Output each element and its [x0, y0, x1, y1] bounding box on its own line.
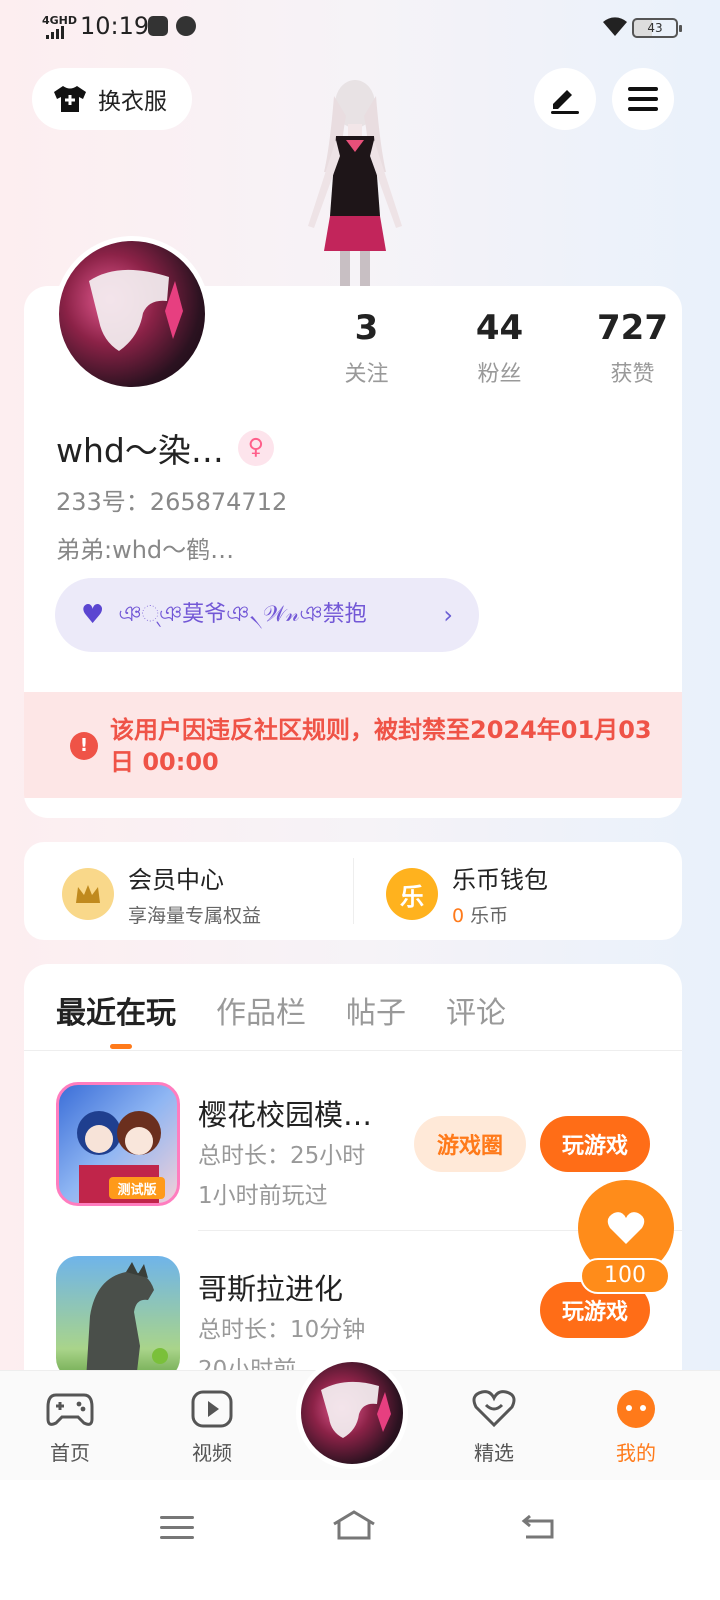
edit-profile-button[interactable]: [534, 68, 596, 130]
battery-icon: 43: [632, 18, 682, 38]
nav-video-label: 视频: [192, 1441, 232, 1465]
pencil-icon: [551, 90, 579, 114]
coin-amount: 0: [452, 905, 465, 927]
recent-games-section: 最近在玩 作品栏 帖子 评论 测试版 樱花校园模… 总时长：25小时 1小时前玩…: [24, 964, 682, 1384]
divider: [353, 858, 354, 924]
chevron-right-icon: ›: [443, 601, 453, 629]
game-duration: 总时长：25小时: [198, 1143, 366, 1169]
signal-icon: [46, 26, 64, 39]
game-badge: 测试版: [117, 1182, 156, 1198]
ban-notice: ! 该用户因违反社区规则，被封禁至2024年01月03日 00:00: [24, 692, 682, 798]
nav-video[interactable]: 视频: [172, 1389, 252, 1466]
tab-works[interactable]: 作品栏: [216, 988, 306, 1032]
user-id: 233号：265874712: [56, 488, 288, 516]
hamburger-icon: [628, 87, 658, 111]
likes-count: 727: [597, 308, 668, 348]
sync-icon: [176, 16, 196, 36]
avatar-hand-image: [89, 269, 183, 351]
following-count: 3: [354, 308, 379, 348]
play-game-button[interactable]: 玩游戏: [540, 1116, 650, 1172]
following-label: 关注: [344, 362, 389, 387]
system-navigation-bar: [0, 1480, 720, 1600]
member-center-subtitle: 享海量专属权益: [128, 905, 262, 927]
relationship-tag-text: ঞ୍ঞ莫爷ঞ৲𝒲𝓃ঞ禁抱: [118, 602, 367, 627]
game-last-played: 1小时前玩过: [198, 1183, 328, 1209]
nav-me-label: 我的: [616, 1441, 656, 1465]
alert-icon: !: [70, 732, 98, 760]
wifi-icon: [603, 17, 627, 36]
gamepad-icon: [46, 1393, 94, 1426]
nav-featured-label: 精选: [474, 1441, 514, 1465]
coin-icon: 乐: [386, 868, 438, 920]
heart-icon: ♥: [81, 600, 105, 630]
game-title: 哥斯拉进化: [198, 1272, 344, 1306]
nav-home-label: 首页: [50, 1441, 90, 1465]
avatar-hand-image: [321, 1381, 391, 1438]
tab-recently-played[interactable]: 最近在玩: [56, 988, 176, 1032]
nav-me[interactable]: 我的: [596, 1389, 676, 1466]
user-bio[interactable]: 弟弟:whd～鹤…: [56, 530, 234, 565]
home-icon[interactable]: [330, 1508, 378, 1542]
member-wallet-card: 会员中心 享海量专属权益 乐 乐币钱包 0 乐币: [24, 842, 682, 940]
nav-home[interactable]: 首页: [30, 1389, 110, 1466]
heart-outline-icon: [472, 1390, 516, 1428]
tab-comments[interactable]: 评论: [446, 988, 506, 1032]
followers-label: 粉丝: [477, 362, 522, 387]
stat-following[interactable]: 3 关注: [300, 308, 433, 388]
coin-wallet-entry[interactable]: 乐 乐币钱包 0 乐币: [386, 860, 548, 928]
username: whd～染…: [56, 431, 224, 470]
username-row: whd～染… ♀: [56, 424, 274, 472]
game-circle-button[interactable]: 游戏圈: [414, 1116, 526, 1172]
back-icon[interactable]: [520, 1512, 556, 1540]
bottom-navigation: 首页 视频 精选 我的: [0, 1357, 720, 1480]
coin-wallet-balance: 0 乐币: [452, 901, 548, 928]
tab-posts[interactable]: 帖子: [346, 988, 406, 1032]
heart-icon: [607, 1212, 645, 1244]
coin-unit: 乐币: [470, 905, 509, 927]
game-icon-sakura[interactable]: 测试版: [56, 1082, 180, 1206]
member-center-title: 会员中心: [128, 866, 224, 894]
status-time: 10:19: [80, 12, 150, 40]
relationship-tag[interactable]: ♥ ঞ୍ঞ莫爷ঞ৲𝒲𝓃ঞ禁抱 ›: [55, 578, 479, 652]
game-icon-godzilla[interactable]: [56, 1256, 180, 1380]
profile-tabs: 最近在玩 作品栏 帖子 评论: [56, 988, 506, 1032]
game-title: 樱花校园模…: [198, 1098, 373, 1132]
change-outfit-label: 换衣服: [98, 89, 167, 115]
tab-divider: [24, 1050, 682, 1051]
tshirt-icon: [54, 86, 86, 112]
crown-icon: [62, 868, 114, 920]
profile-stats: 3 关注 44 粉丝 727 获赞: [300, 308, 682, 388]
female-icon: ♀: [237, 430, 274, 466]
followers-count: 44: [475, 308, 524, 348]
menu-button[interactable]: [612, 68, 674, 130]
likes-label: 获赞: [610, 362, 655, 387]
recent-apps-icon[interactable]: [160, 1514, 194, 1540]
profile-face-icon: [617, 1390, 655, 1428]
nav-featured[interactable]: 精选: [454, 1389, 534, 1466]
floating-like-count: 100: [580, 1258, 670, 1294]
avatar-character-image[interactable]: [290, 76, 420, 288]
nav-avatar-button[interactable]: [296, 1357, 408, 1469]
stat-likes[interactable]: 727 获赞: [566, 308, 682, 388]
member-center-entry[interactable]: 会员中心 享海量专属权益: [62, 860, 261, 928]
coin-wallet-title: 乐币钱包: [452, 866, 548, 894]
ban-notice-text: 该用户因违反社区规则，被封禁至2024年01月03日 00:00: [110, 716, 652, 776]
profile-avatar[interactable]: [54, 236, 210, 392]
change-outfit-button[interactable]: 换衣服: [32, 68, 192, 130]
active-tab-indicator: [110, 1044, 132, 1049]
media-icon: [148, 16, 168, 36]
game-duration: 总时长：10分钟: [198, 1317, 366, 1343]
video-play-icon: [191, 1390, 233, 1428]
status-bar: 4GHD 10:19 43: [0, 0, 720, 56]
stat-followers[interactable]: 44 粉丝: [433, 308, 566, 388]
